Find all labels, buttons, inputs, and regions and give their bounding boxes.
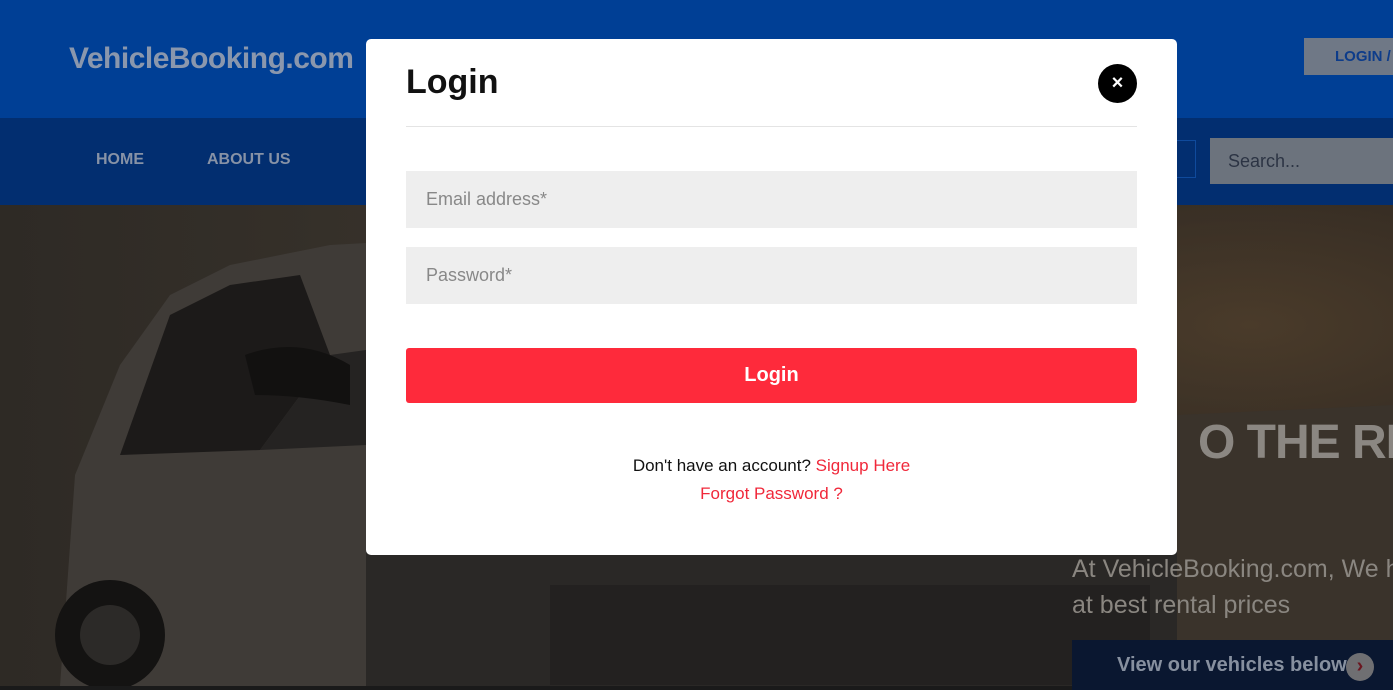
chevron-right-icon[interactable]: › bbox=[1346, 653, 1374, 681]
password-field[interactable] bbox=[406, 247, 1137, 304]
nav-item-about-us[interactable]: ABOUT US bbox=[207, 151, 291, 169]
hero-description-line-1: At VehicleBooking.com, We h bbox=[1072, 555, 1393, 583]
search-input[interactable] bbox=[1210, 138, 1393, 184]
no-account-text: Don't have an account? bbox=[632, 456, 816, 475]
signup-prompt: Don't have an account? Signup Here bbox=[366, 456, 1177, 476]
login-submit-button[interactable]: Login bbox=[406, 348, 1137, 403]
close-icon[interactable]: × bbox=[1098, 64, 1137, 103]
view-vehicles-button[interactable]: View our vehicles below bbox=[1072, 640, 1393, 690]
hero-heading: O THE RIG bbox=[1198, 416, 1393, 469]
modal-divider bbox=[406, 126, 1137, 127]
signup-link[interactable]: Signup Here bbox=[816, 456, 911, 475]
modal-title: Login bbox=[406, 63, 499, 101]
login-modal: Login × Login Don't have an account? Sig… bbox=[366, 39, 1177, 555]
forgot-password-link[interactable]: Forgot Password ? bbox=[700, 484, 843, 503]
hero-description-line-2: at best rental prices bbox=[1072, 591, 1291, 619]
email-field[interactable] bbox=[406, 171, 1137, 228]
hero-description: At VehicleBooking.com, We h at best rent… bbox=[1072, 551, 1393, 623]
nav-item-home[interactable]: HOME bbox=[96, 151, 144, 169]
site-logo[interactable]: VehicleBooking.com bbox=[69, 42, 354, 76]
header-login-button[interactable]: LOGIN / bbox=[1304, 38, 1393, 75]
forgot-password-row: Forgot Password ? bbox=[366, 484, 1177, 504]
